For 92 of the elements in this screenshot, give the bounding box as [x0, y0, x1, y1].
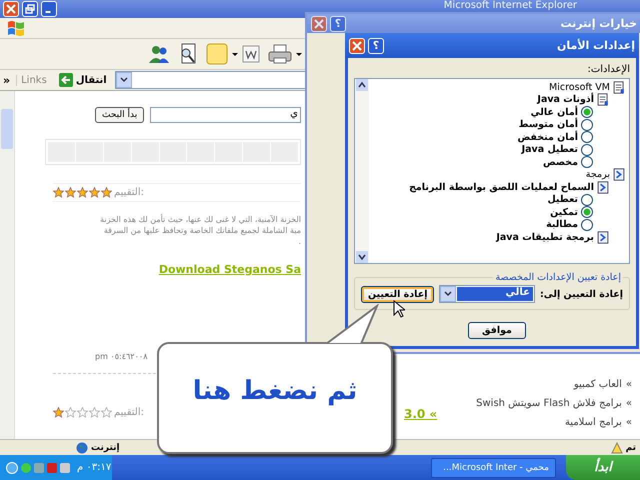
radio-button[interactable]: [581, 118, 593, 131]
caret-icon[interactable]: [120, 77, 128, 83]
tray-icon[interactable]: [6, 462, 18, 474]
star-icon: [101, 407, 112, 418]
chevron-icon: »: [626, 379, 632, 390]
star-icon: [77, 187, 88, 198]
category-link[interactable]: العاب كمبيو: [574, 379, 622, 390]
cursor-icon: [393, 300, 405, 318]
document-icon: [613, 80, 625, 94]
group-title: إعادة تعيين الإعدادات المخصصة: [494, 272, 622, 283]
dialog-title: خيارات إنترنت: [560, 16, 637, 30]
star-icon: [53, 407, 64, 418]
star-icon: [65, 407, 76, 418]
status-text: تم: [610, 442, 636, 454]
setting-label: أذونات Java: [537, 94, 594, 106]
description-text: الخزنة الآمنية، التي لا غنى لك عنها، حيث تأمن لك هذه الخزنة مية الشاملة لجميع ملفاتك الخاصة وتحافظ عليها من السرقة .: [99, 214, 301, 247]
clock: ٠٣:١٧ م: [77, 462, 112, 473]
setting-label: تمكين: [550, 206, 578, 218]
setting-label: أمان متوسط: [518, 119, 578, 130]
setting-label: برمجة: [586, 169, 610, 180]
search-field[interactable]: ي: [150, 107, 301, 123]
chevron-icon[interactable]: »: [3, 74, 10, 86]
star-icon: [101, 187, 112, 198]
script-icon: [597, 180, 609, 194]
ok-button[interactable]: موافق: [468, 322, 526, 339]
go-button[interactable]: انتقال: [56, 73, 109, 87]
globe-icon: [76, 442, 88, 454]
radio-button[interactable]: [581, 131, 593, 144]
close-icon: [314, 18, 324, 28]
star-icon: [89, 407, 100, 418]
help-button[interactable]: ؟: [368, 38, 384, 54]
rating-label: التقييم:: [114, 187, 144, 198]
close-button[interactable]: [349, 38, 365, 54]
setting-label: مخصص: [542, 156, 578, 168]
dialog-title: إعدادات الأمان: [557, 39, 635, 52]
caret-icon[interactable]: [444, 291, 452, 297]
setting-label: تعطيل: [547, 194, 578, 206]
setting-label: أمان منخفض: [517, 132, 578, 143]
setting-label: مطالبة: [546, 219, 578, 230]
taskbar-button[interactable]: ...Microsoft Inter - محمي: [431, 458, 556, 478]
star-icon: [53, 187, 64, 198]
radio-button[interactable]: [581, 218, 593, 231]
radio-button[interactable]: [581, 144, 593, 156]
post-date: pm ٠٥:٤٦٢٠٠٨: [95, 352, 148, 361]
windows-logo-icon: [6, 19, 26, 37]
callout-text: ثم نضغط هنا: [192, 376, 358, 406]
setting-label: السماح لعمليات اللصق بواسطة البرنامج: [409, 182, 594, 193]
restore-icon: [25, 4, 35, 14]
caret-icon[interactable]: [232, 52, 238, 56]
setting-label: أمان عالي: [530, 106, 578, 118]
chevron-icon: »: [626, 417, 632, 428]
star-icon: [77, 407, 88, 418]
radio-button[interactable]: [581, 156, 593, 168]
script-icon: [597, 230, 609, 244]
arrow-icon: [58, 73, 73, 87]
zone-label: إنترنت: [76, 442, 120, 454]
close-icon: [6, 4, 16, 14]
reset-label: إعادة التعيين إلى:: [540, 288, 623, 300]
star-icon: [89, 187, 100, 198]
setting-label: برمجة تطبيقات Java: [496, 232, 594, 243]
chevron-icon: »: [626, 398, 632, 409]
minimize-button[interactable]: [41, 1, 57, 17]
setting-label: Microsoft VM: [549, 82, 610, 93]
radio-button[interactable]: [581, 106, 593, 118]
document-icon: [597, 93, 609, 106]
printer-icon[interactable]: [268, 44, 292, 64]
setting-label: تعطيل Java: [522, 144, 578, 156]
scroll-down-icon[interactable]: [356, 251, 368, 263]
restore-button[interactable]: [22, 1, 38, 17]
rating-label: التقييم:: [114, 407, 144, 418]
caret-icon[interactable]: [296, 52, 302, 56]
scrollbar[interactable]: [355, 79, 369, 263]
close-icon: [352, 40, 362, 50]
help-button[interactable]: ؟: [330, 16, 346, 32]
scrollbar[interactable]: [0, 91, 15, 439]
people-icon[interactable]: [148, 44, 170, 64]
word-document-icon[interactable]: [242, 45, 260, 63]
close-button[interactable]: [3, 1, 19, 17]
scroll-up-icon[interactable]: [356, 79, 368, 91]
category-link[interactable]: برامج فلاش Flash سويتش Swish: [476, 398, 622, 409]
reset-button[interactable]: إعادة التعيين: [361, 286, 434, 302]
search-button[interactable]: بدأ البحث: [95, 107, 144, 123]
window-title: Microsoft Internet Explorer: [444, 0, 577, 11]
minimize-icon: [44, 11, 50, 13]
category-link[interactable]: برامج اسلامية: [564, 417, 622, 428]
star-icon: [65, 187, 76, 198]
settings-label: الإعدادات:: [586, 64, 630, 75]
script-icon: [613, 168, 625, 182]
close-button[interactable]: [311, 16, 327, 32]
radio-button[interactable]: [581, 206, 593, 218]
level-dropdown[interactable]: عالي: [439, 285, 535, 303]
radio-button[interactable]: [581, 194, 593, 206]
